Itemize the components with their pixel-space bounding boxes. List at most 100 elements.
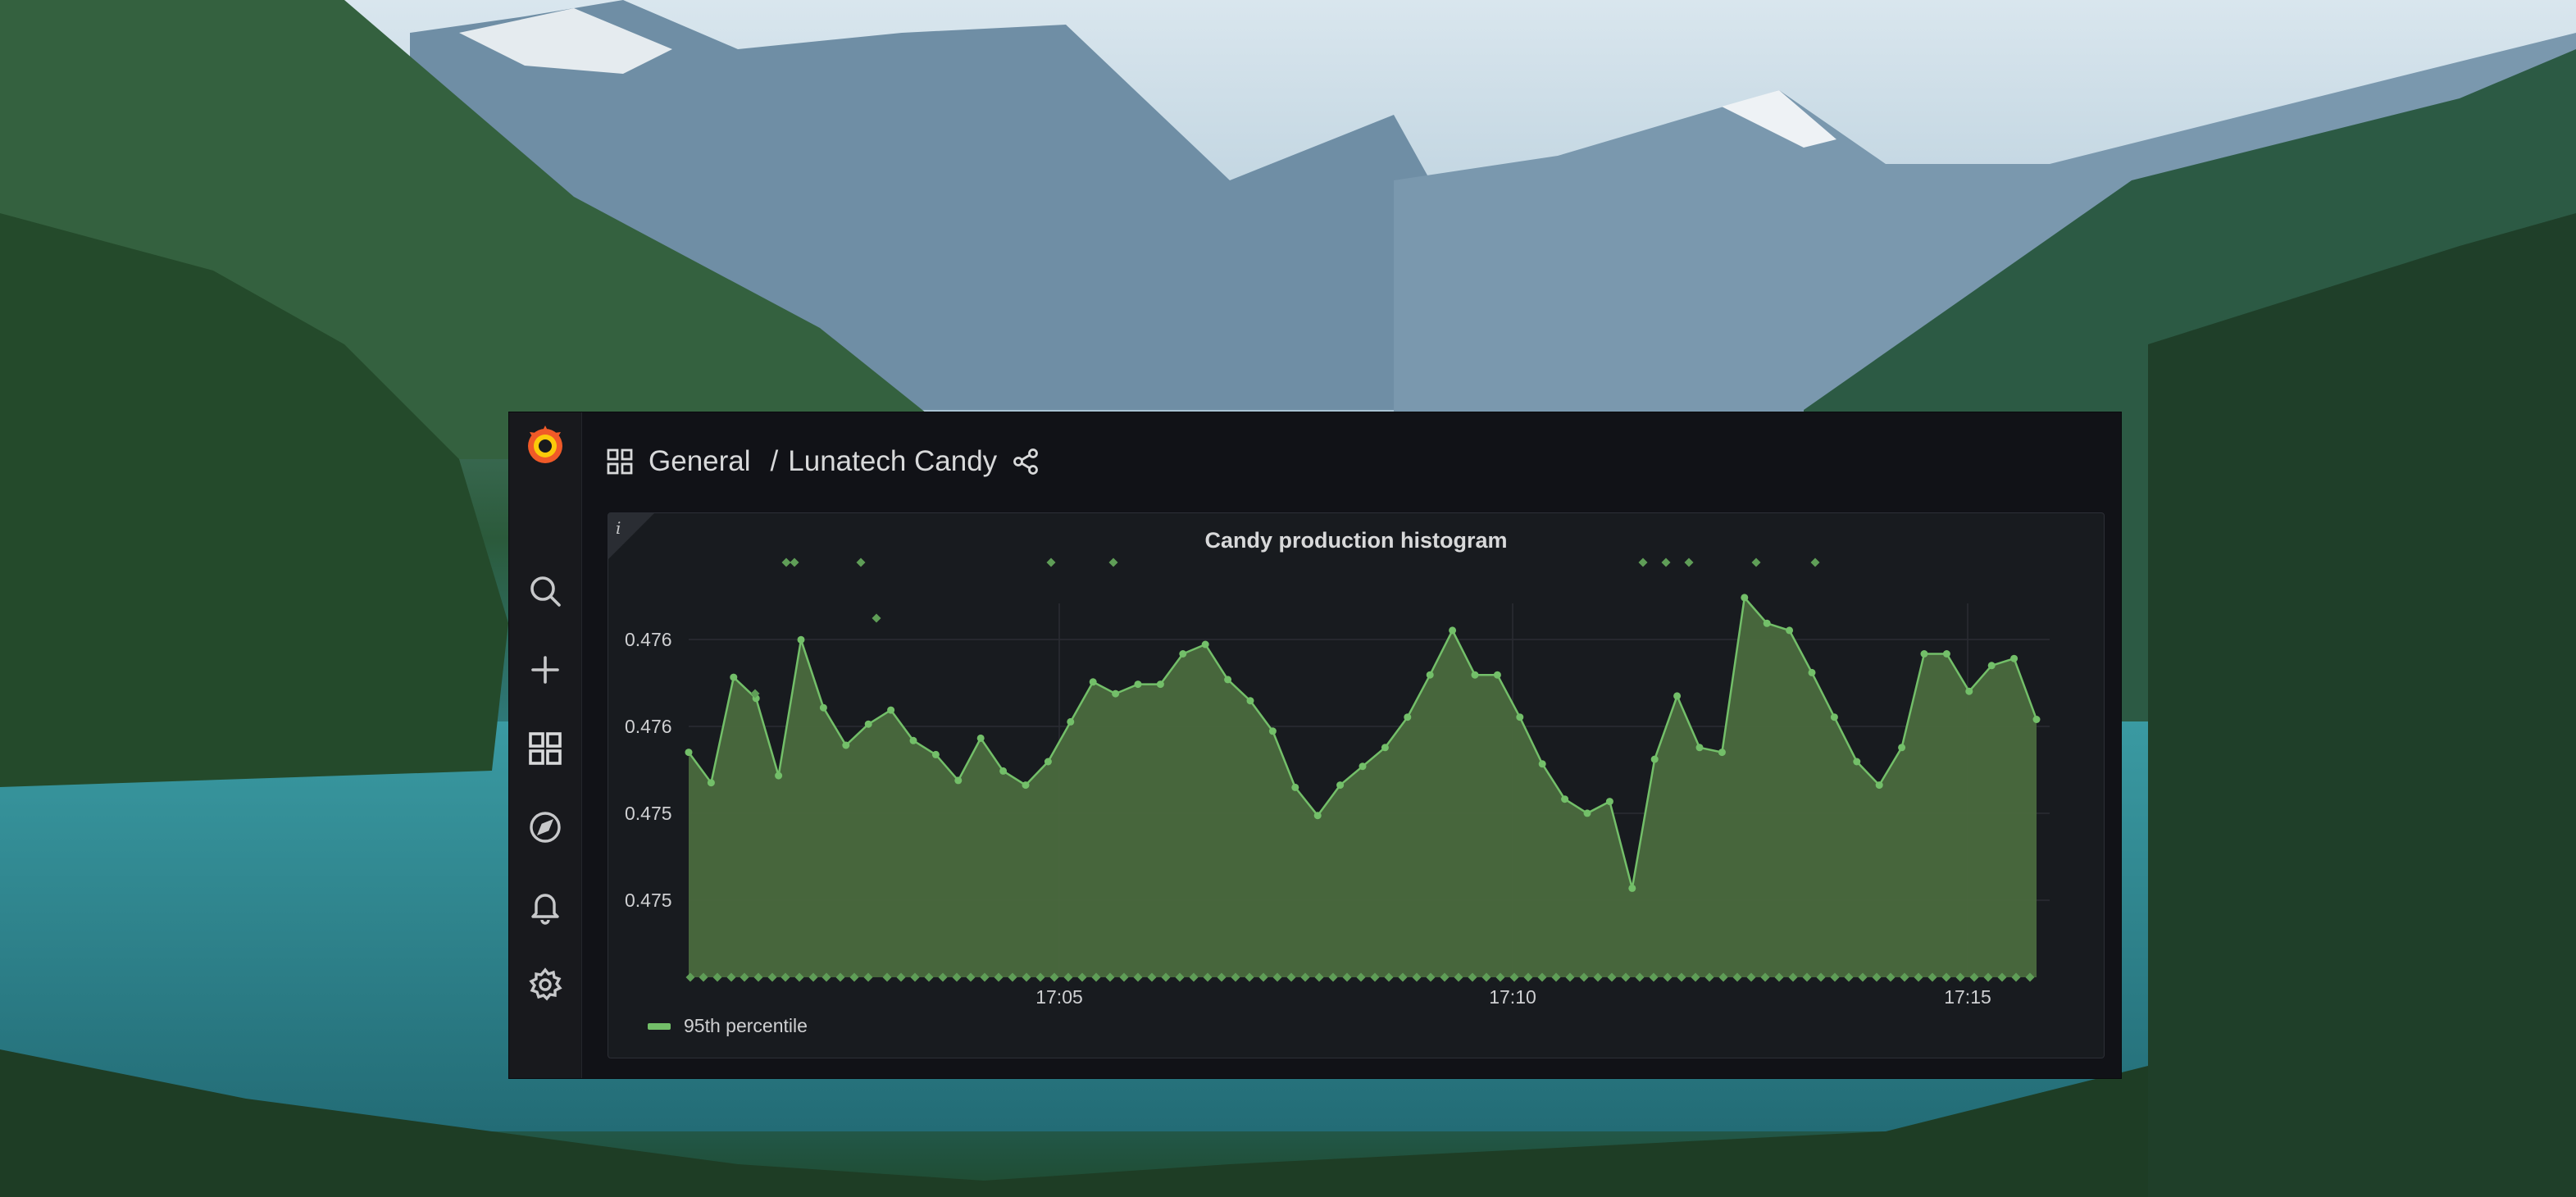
data-point [1786, 626, 1794, 635]
data-point [1313, 812, 1322, 820]
data-point [1538, 760, 1546, 768]
data-point [1224, 676, 1232, 684]
exemplar-marker [856, 558, 866, 567]
data-point [2032, 716, 2041, 723]
y-tick-label: 0.475 [625, 890, 672, 911]
exemplar-marker [1684, 558, 1694, 567]
exemplar-marker [1108, 558, 1118, 567]
data-point [1741, 594, 1749, 602]
data-point [1201, 640, 1209, 649]
legend-label: 95th percentile [684, 1015, 808, 1036]
y-tick-label: 0.475 [625, 803, 672, 824]
data-point [1561, 795, 1569, 803]
data-point [1246, 697, 1254, 705]
sidebar [509, 412, 582, 1078]
data-point [976, 734, 985, 742]
data-point [1583, 809, 1591, 817]
data-point [1650, 755, 1659, 763]
data-point [887, 706, 895, 714]
data-point [1605, 798, 1613, 806]
data-point [1471, 671, 1479, 679]
data-point [909, 736, 917, 744]
search-icon [530, 576, 561, 607]
chart-area: 0.476 0.476 0.475 0.475 17:05 17:10 17:15 [625, 558, 2050, 1008]
data-point [999, 767, 1008, 775]
data-point [1359, 762, 1367, 771]
histogram-panel: i Candy production histogram 0.476 0.476 0… [608, 512, 2105, 1058]
breadcrumb-separator: / [770, 445, 779, 477]
data-point [1763, 619, 1771, 627]
data-point [2010, 654, 2018, 662]
data-point [1516, 713, 1524, 721]
data-point [1268, 727, 1277, 735]
data-point [707, 779, 715, 787]
data-point [1695, 744, 1704, 752]
data-point [1067, 717, 1075, 726]
sidebar-alerting-button[interactable] [524, 885, 567, 927]
y-tick-label: 0.476 [625, 629, 672, 650]
data-point [1628, 884, 1636, 892]
data-point [1381, 744, 1389, 752]
data-point [1673, 692, 1682, 700]
compass-icon [530, 812, 561, 843]
data-point [1291, 783, 1299, 791]
exemplar-marker [1046, 558, 1056, 567]
data-point [1022, 781, 1030, 790]
x-tick-label: 17:05 [1035, 986, 1083, 1008]
legend-swatch [648, 1022, 671, 1030]
sidebar-search-button[interactable] [524, 570, 567, 612]
series-area [689, 597, 2037, 977]
data-point [1808, 668, 1816, 676]
data-point [1112, 690, 1120, 698]
data-point [1089, 678, 1097, 686]
exemplar-marker [1751, 558, 1761, 567]
sidebar-dashboards-button[interactable] [524, 727, 567, 770]
exemplar-marker [1638, 558, 1648, 567]
data-point [931, 750, 940, 758]
data-point [819, 703, 827, 712]
gear-icon [529, 967, 562, 1001]
dashboards-grid-icon [529, 732, 562, 765]
data-point [842, 741, 850, 749]
exemplar-marker [1661, 558, 1671, 567]
data-point [797, 635, 805, 644]
data-point [775, 771, 783, 780]
data-point [1044, 758, 1052, 766]
data-point [1336, 781, 1345, 790]
data-point [1134, 680, 1142, 689]
data-point [685, 749, 693, 757]
dashboard-header: General / Lunatech Candy [606, 437, 1040, 486]
data-point [1830, 713, 1838, 721]
dashboard-grid-icon [607, 448, 633, 475]
exemplar-marker [790, 558, 799, 567]
exemplar-marker [781, 558, 791, 567]
breadcrumb-dashboard-title[interactable]: Lunatech Candy [788, 445, 997, 478]
share-icon[interactable] [1012, 448, 1040, 476]
sidebar-configuration-button[interactable] [524, 963, 567, 1006]
data-point [864, 720, 872, 728]
data-point [1426, 671, 1434, 679]
data-point [954, 776, 963, 785]
breadcrumb-folder[interactable]: General [649, 445, 751, 478]
grafana-logo-icon[interactable] [521, 421, 569, 468]
x-tick-label: 17:10 [1489, 986, 1536, 1008]
data-point [1987, 662, 1996, 670]
sidebar-explore-button[interactable] [524, 806, 567, 849]
data-point [1449, 626, 1457, 635]
data-point [1179, 650, 1187, 658]
bell-icon [531, 894, 559, 925]
data-point [1853, 758, 1861, 766]
data-point [1898, 744, 1906, 752]
plus-icon [531, 656, 559, 684]
data-point [1718, 749, 1726, 757]
data-point [1965, 687, 1973, 695]
data-point [1404, 713, 1412, 721]
data-point [730, 673, 738, 681]
data-point [1920, 650, 1928, 658]
exemplar-marker [872, 613, 881, 623]
data-point [1942, 650, 1950, 658]
exemplar-marker [1810, 558, 1820, 567]
legend[interactable]: 95th percentile [648, 1015, 808, 1037]
y-tick-label: 0.476 [625, 716, 672, 737]
sidebar-create-button[interactable] [524, 649, 567, 691]
